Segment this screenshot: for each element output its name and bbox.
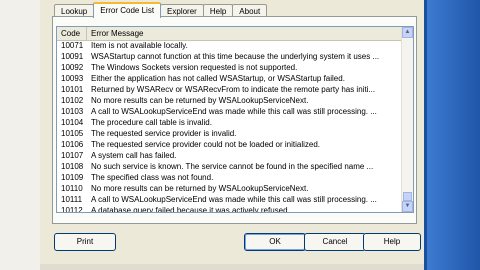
list-item[interactable]: 10093 Either the application has not call… bbox=[57, 73, 403, 84]
list-item[interactable]: 10109 The specified class was not found. bbox=[57, 172, 403, 183]
print-button[interactable]: Print bbox=[54, 233, 116, 251]
error-message-cell: No such service is known. The service ca… bbox=[91, 162, 374, 171]
ok-button[interactable]: OK bbox=[244, 233, 306, 251]
error-message-cell: Returned by WSARecv or WSARecvFrom to in… bbox=[91, 85, 376, 94]
error-code-cell: 10110 bbox=[61, 184, 83, 193]
window-bottom-edge bbox=[40, 264, 424, 270]
list-item[interactable]: 10107 A system call has failed. bbox=[57, 150, 403, 161]
error-code-cell: 10109 bbox=[61, 173, 84, 182]
error-code-cell: 10093 bbox=[61, 74, 84, 83]
list-item[interactable]: 10108 No such service is known. The servi… bbox=[57, 161, 403, 172]
cancel-button[interactable]: Cancel bbox=[304, 233, 366, 251]
help-button[interactable]: Help bbox=[363, 233, 421, 251]
error-code-cell: 10104 bbox=[61, 118, 84, 127]
list-rows: 10071 Item is not available locally. 10091… bbox=[57, 40, 403, 213]
error-code-cell: 10105 bbox=[61, 129, 84, 138]
column-header-error-message[interactable]: Error Message bbox=[87, 27, 403, 40]
scroll-up-arrow-icon[interactable]: ▲ bbox=[402, 27, 413, 38]
list-item[interactable]: 10104 The procedure call table is invalid… bbox=[57, 117, 403, 128]
error-code-cell: 10101 bbox=[61, 85, 84, 94]
list-item[interactable]: 10091 WSAStartup cannot function at this … bbox=[57, 51, 403, 62]
vertical-scrollbar[interactable]: ▲ ▼ bbox=[401, 27, 413, 212]
list-header: Code Error Message bbox=[57, 27, 403, 41]
list-item[interactable]: 10101 Returned by WSARecv or WSARecvFrom … bbox=[57, 84, 403, 95]
list-item[interactable]: 10106 The requested service provider coul… bbox=[57, 139, 403, 150]
error-code-cell: 10071 bbox=[61, 41, 84, 50]
scrollbar-thumb[interactable] bbox=[403, 192, 412, 201]
error-message-cell: WSAStartup cannot function at this time … bbox=[91, 52, 380, 61]
error-message-cell: A database query failed because it was a… bbox=[91, 206, 290, 213]
error-message-cell: No more results can be returned by WSALo… bbox=[91, 96, 309, 105]
error-message-cell: A system call has failed. bbox=[91, 151, 177, 160]
error-message-cell: A call to WSALookupServiceEnd was made w… bbox=[91, 107, 377, 116]
error-code-cell: 10102 bbox=[61, 96, 84, 105]
background-window-left bbox=[0, 0, 40, 270]
error-lookup-dialog: Lookup Error Code List Explorer Help Abo… bbox=[40, 0, 427, 270]
list-item[interactable]: 10103 A call to WSALookupServiceEnd was m… bbox=[57, 106, 403, 117]
error-message-cell: The requested service provider is invali… bbox=[91, 129, 237, 138]
error-message-cell: The Windows Sockets version requested is… bbox=[91, 63, 298, 72]
error-message-cell: The requested service provider could not… bbox=[91, 140, 321, 149]
column-header-code[interactable]: Code bbox=[57, 27, 87, 40]
error-code-cell: 10111 bbox=[61, 195, 83, 204]
error-message-cell: Either the application has not called WS… bbox=[91, 74, 345, 83]
error-code-cell: 10092 bbox=[61, 63, 84, 72]
error-code-cell: 10112 bbox=[61, 206, 83, 213]
error-code-cell: 10106 bbox=[61, 140, 84, 149]
error-message-cell: The procedure call table is invalid. bbox=[91, 118, 212, 127]
error-code-cell: 10091 bbox=[61, 52, 84, 61]
list-item[interactable]: 10110 No more results can be returned by … bbox=[57, 183, 403, 194]
error-code-cell: 10103 bbox=[61, 107, 84, 116]
list-item[interactable]: 10112 A database query failed because it … bbox=[57, 205, 403, 213]
scroll-down-arrow-icon[interactable]: ▼ bbox=[402, 201, 413, 212]
error-message-cell: No more results can be returned by WSALo… bbox=[91, 184, 309, 193]
list-item[interactable]: 10102 No more results can be returned by … bbox=[57, 95, 403, 106]
error-message-cell: The specified class was not found. bbox=[91, 173, 214, 182]
error-code-cell: 10107 bbox=[61, 151, 84, 160]
list-item[interactable]: 10111 A call to WSALookupServiceEnd was m… bbox=[57, 194, 403, 205]
error-code-list[interactable]: Code Error Message 10071 Item is not avai… bbox=[56, 26, 414, 213]
list-item[interactable]: 10105 The requested service provider is i… bbox=[57, 128, 403, 139]
list-item[interactable]: 10071 Item is not available locally. bbox=[57, 40, 403, 51]
error-message-cell: A call to WSALookupServiceEnd was made w… bbox=[91, 195, 377, 204]
error-code-cell: 10108 bbox=[61, 162, 84, 171]
tab-error-code-list[interactable]: Error Code List bbox=[93, 2, 162, 18]
desktop-background bbox=[427, 0, 480, 270]
tab-strip: Lookup Error Code List Explorer Help Abo… bbox=[54, 2, 268, 18]
list-item[interactable]: 10092 The Windows Sockets version request… bbox=[57, 62, 403, 73]
error-message-cell: Item is not available locally. bbox=[91, 41, 188, 50]
